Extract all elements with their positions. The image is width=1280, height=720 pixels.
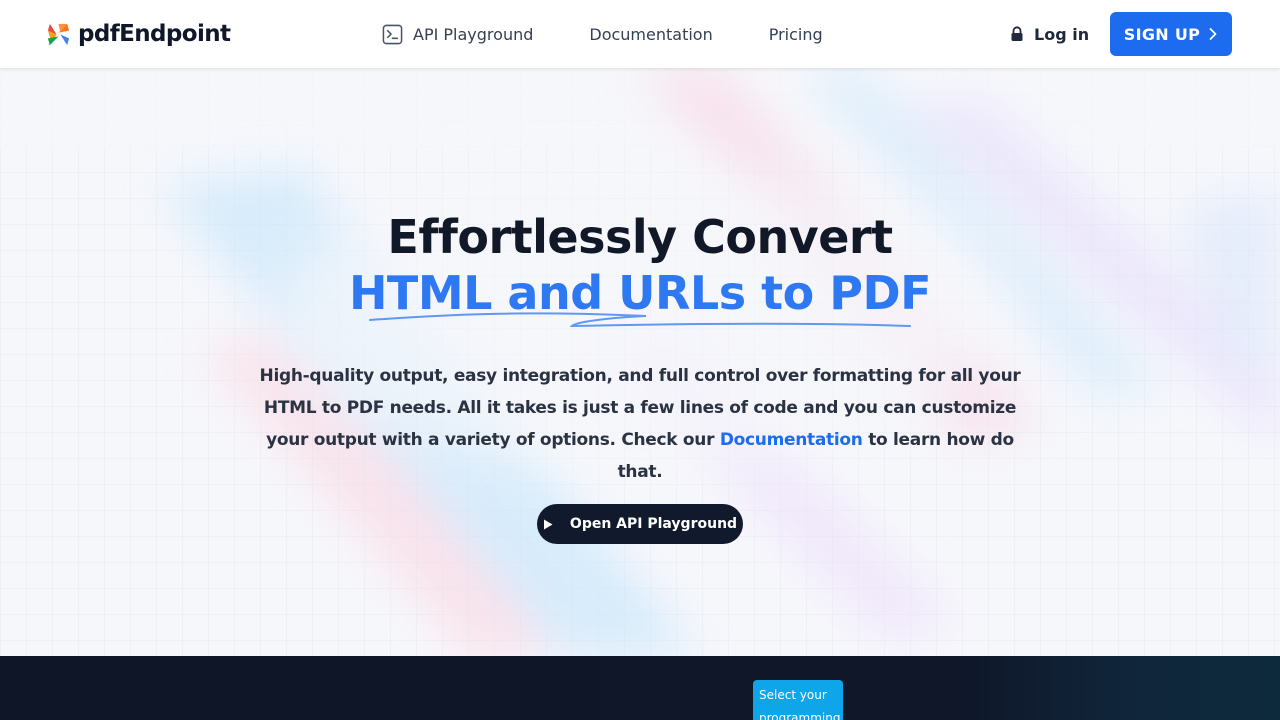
- brand-name: pdfEndpoint: [78, 21, 231, 47]
- nav-link-label: API Playground: [413, 24, 534, 44]
- nav-link-label: Pricing: [768, 24, 823, 44]
- hero-title-line1: Effortlessly Convert: [387, 210, 893, 264]
- cta-label: Open API Playground: [569, 516, 738, 532]
- open-api-playground-button[interactable]: Open API Playground: [537, 504, 743, 544]
- nav-link-api-playground[interactable]: API Playground: [382, 24, 533, 45]
- hero-section: Effortlessly Convert HTML and URLs to PD…: [0, 68, 1280, 656]
- title-underline-decoration: [369, 312, 911, 328]
- hero-content: Effortlessly Convert HTML and URLs to PD…: [0, 68, 1280, 656]
- terminal-icon: [382, 24, 403, 44]
- documentation-link[interactable]: Documentation: [720, 430, 863, 450]
- code-section: Select your programming: [0, 656, 1280, 720]
- main-nav: API Playground Documentation Pricing: [382, 22, 823, 46]
- nav-link-label: Documentation: [589, 24, 713, 44]
- pinwheel-logo-icon: [47, 23, 70, 45]
- login-link[interactable]: Log in: [1010, 22, 1089, 46]
- hero-description: High-quality output, easy integration, a…: [250, 360, 1030, 488]
- lock-icon: [1011, 26, 1023, 41]
- chevron-right-icon: [1209, 28, 1217, 40]
- signup-button[interactable]: SIGN UP: [1110, 12, 1232, 56]
- play-icon: [543, 519, 553, 529]
- brand-logo[interactable]: pdfEndpoint: [46, 20, 231, 48]
- language-select-tooltip: Select your programming: [753, 680, 843, 720]
- nav-link-documentation[interactable]: Documentation: [589, 25, 712, 44]
- login-label: Log in: [1034, 24, 1090, 44]
- signup-label: SIGN UP: [1123, 24, 1201, 44]
- top-navbar: pdfEndpoint API Playground Documentation…: [0, 0, 1280, 68]
- nav-link-pricing[interactable]: Pricing: [769, 25, 823, 44]
